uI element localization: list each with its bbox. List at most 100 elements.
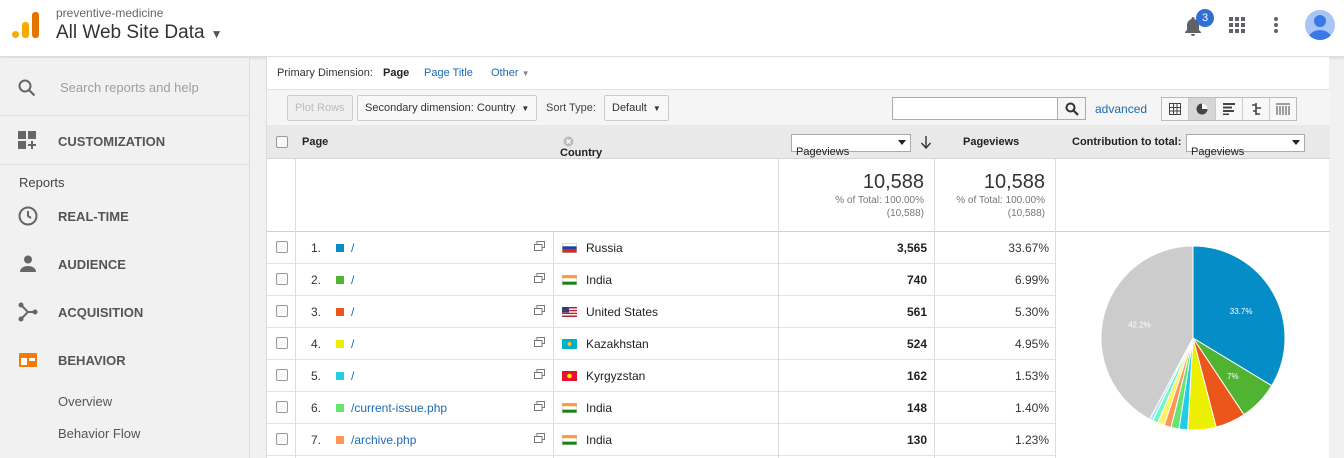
flag-icon (562, 339, 577, 349)
pie-slice-label: 7% (1227, 372, 1239, 381)
sidebar-item-audience[interactable]: AUDIENCE (0, 240, 250, 288)
sidebar-item-behavior[interactable]: BEHAVIOR (0, 336, 250, 384)
notification-badge[interactable]: 3 (1196, 9, 1214, 27)
secondary-dimension-select[interactable]: Secondary dimension: Country ▼ (357, 95, 538, 121)
pie-view-icon[interactable] (1189, 98, 1216, 120)
page-link[interactable]: / (351, 337, 354, 351)
dimension-other[interactable]: Other ▼ (491, 67, 530, 79)
sidebar-item-acquisition[interactable]: ACQUISITION (0, 288, 250, 336)
row-checkbox[interactable] (276, 433, 288, 445)
pageviews-pct: 5.30% (1014, 305, 1049, 319)
contribution-select[interactable]: Pageviews (1186, 134, 1305, 158)
bar-view-icon[interactable] (1216, 98, 1243, 120)
totals-pageviews: 10,588 % of Total: 100.00% (10,588) (779, 159, 934, 232)
table-row: 4. / Kazakhstan 524 4.95% (267, 328, 1055, 360)
sort-type-label: Sort Type: (546, 102, 596, 114)
page-link[interactable]: /current-issue.php (351, 401, 447, 415)
row-number: 2. (311, 273, 322, 287)
plot-rows-button[interactable]: Plot Rows (287, 95, 353, 121)
sidebar-subitem-overview[interactable]: Overview (58, 394, 112, 409)
open-external-icon[interactable] (534, 241, 545, 251)
totals-value: 10,588 (862, 171, 924, 193)
report-panel: Primary Dimension: Page Page Title Other… (266, 57, 1330, 458)
row-number: 7. (311, 433, 322, 447)
pie-slice-label: 33.7% (1230, 307, 1253, 316)
behavior-icon (19, 353, 37, 367)
row-checkbox[interactable] (276, 305, 288, 317)
pageviews-value: 740 (906, 273, 927, 287)
pageviews-pct: 1.23% (1014, 433, 1049, 447)
pageviews-value: 162 (906, 369, 927, 383)
col-country-header[interactable]: Country (560, 136, 602, 159)
row-checkbox[interactable] (276, 401, 288, 413)
pageviews-value: 524 (906, 337, 927, 351)
pageviews-value: 130 (906, 433, 927, 447)
table-search-input[interactable] (892, 97, 1058, 120)
row-checkbox[interactable] (276, 369, 288, 381)
sidebar-subitem-behavior-flow[interactable]: Behavior Flow (58, 426, 140, 441)
metric-select[interactable]: Pageviews (791, 134, 911, 158)
avatar[interactable] (1305, 10, 1335, 40)
totals-value: 10,588 (983, 171, 1045, 193)
search-icon (1065, 102, 1079, 116)
pivot-view-icon[interactable] (1270, 98, 1296, 120)
property-selector[interactable]: All Web Site Data ▼ (56, 22, 222, 44)
table-search-button[interactable] (1058, 97, 1086, 120)
open-external-icon[interactable] (534, 273, 545, 283)
col-page-header[interactable]: Page (302, 136, 328, 148)
row-checkbox[interactable] (276, 241, 288, 253)
totals-row: 10,588 % of Total: 100.00% (10,588) 10,5… (267, 159, 1330, 232)
sidebar-item-customization[interactable]: CUSTOMIZATION (0, 116, 249, 165)
row-number: 5. (311, 369, 322, 383)
table-view-icon[interactable] (1162, 98, 1189, 120)
top-bar: preventive-medicine All Web Site Data ▼ 3 (0, 0, 1344, 57)
row-checkbox[interactable] (276, 337, 288, 349)
primary-dimension-bar: Primary Dimension: Page Page Title Other… (267, 57, 1330, 89)
advanced-link[interactable]: advanced (1095, 102, 1147, 116)
pageviews-pct: 1.40% (1014, 401, 1049, 415)
open-external-icon[interactable] (534, 337, 545, 347)
dimension-page[interactable]: Page (383, 67, 409, 79)
page-link[interactable]: / (351, 273, 354, 287)
row-checkbox[interactable] (276, 273, 288, 285)
table-row: 2. / India 740 6.99% (267, 264, 1055, 296)
col-country-label: Country (560, 147, 603, 159)
sort-arrow-down-icon[interactable] (920, 136, 932, 149)
open-external-icon[interactable] (534, 401, 545, 411)
page-link[interactable]: /archive.php (351, 433, 416, 447)
sidebar-item-realtime[interactable]: REAL-TIME (0, 192, 250, 240)
open-external-icon[interactable] (534, 305, 545, 315)
pageviews-value: 561 (906, 305, 927, 319)
dimension-page-title[interactable]: Page Title (424, 67, 473, 79)
page-link[interactable]: / (351, 305, 354, 319)
series-color-swatch (336, 436, 344, 444)
analytics-logo-icon[interactable] (12, 12, 39, 38)
comparison-view-icon[interactable] (1243, 98, 1270, 120)
country-name: Kazakhstan (586, 337, 649, 351)
totals-contribution: 10,588 % of Total: 100.00% (10,588) (934, 159, 1055, 232)
select-all-checkbox[interactable] (276, 136, 288, 148)
sidebar-search[interactable]: Search reports and help (0, 58, 249, 116)
series-color-swatch (336, 404, 344, 412)
series-color-swatch (336, 308, 344, 316)
more-vert-icon[interactable] (1274, 17, 1278, 33)
page-link[interactable]: / (351, 241, 354, 255)
sort-type-select[interactable]: Default ▼ (604, 95, 669, 121)
col-pageviews-header[interactable]: Pageviews (963, 136, 1019, 148)
totals-pct: % of Total: 100.00% (956, 195, 1045, 206)
country-name: India (586, 401, 613, 415)
page-link[interactable]: / (351, 369, 354, 383)
table-toolbar: Plot Rows Secondary dimension: Country ▼ … (267, 89, 1330, 126)
search-placeholder: Search reports and help (60, 80, 199, 95)
reports-heading: Reports (19, 175, 65, 190)
remove-dimension-icon[interactable] (563, 136, 574, 147)
open-external-icon[interactable] (534, 369, 545, 379)
metric-select-value: Pageviews (796, 146, 850, 158)
apps-grid-icon[interactable] (1229, 17, 1245, 33)
clock-icon (18, 206, 38, 226)
open-external-icon[interactable] (534, 433, 545, 443)
row-number: 6. (311, 401, 322, 415)
sidebar-item-label: BEHAVIOR (58, 353, 126, 368)
account-name[interactable]: preventive-medicine (56, 6, 163, 20)
caret-down-icon (1292, 140, 1300, 145)
